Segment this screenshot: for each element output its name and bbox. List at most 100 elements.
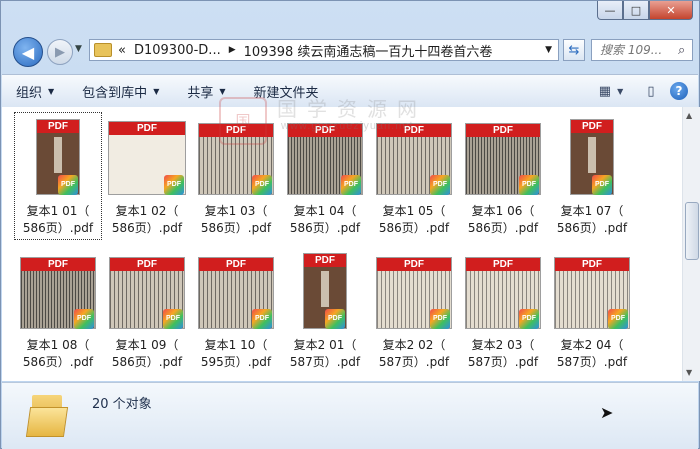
file-item[interactable]: PDF PDF 复本1 04（ 586页）.pdf (282, 113, 368, 239)
file-name: 复本2 03（ 587页）.pdf (460, 337, 546, 371)
file-name: 复本1 02（ 586页）.pdf (104, 203, 190, 237)
breadcrumb-overflow[interactable]: « (118, 43, 126, 58)
file-name-line1: 复本1 09（ (115, 338, 179, 352)
search-icon[interactable]: ⌕ (678, 43, 685, 58)
vertical-scrollbar[interactable]: ▲ ▼ (682, 107, 700, 381)
file-item[interactable]: PDF PDF 复本1 10（ 595页）.pdf (193, 247, 279, 373)
new-folder-label: 新建文件夹 (253, 85, 319, 101)
close-button[interactable]: ✕ (649, 1, 693, 20)
scroll-up-icon[interactable]: ▲ (686, 111, 692, 120)
breadcrumb-parent[interactable]: D109300-D... (134, 43, 221, 58)
file-name-line2: 586页）.pdf (289, 221, 361, 235)
file-item[interactable]: PDF PDF 复本1 07（ 586页）.pdf (549, 113, 635, 239)
breadcrumb-separator-icon[interactable]: ▶ (229, 45, 236, 55)
pdf-app-icon: PDF (341, 175, 361, 195)
back-button[interactable]: ◀ (13, 37, 43, 67)
minimize-button[interactable]: — (597, 1, 623, 20)
file-name-line1: 复本2 04（ (560, 338, 624, 352)
file-name: 复本1 07（ 586页）.pdf (549, 203, 635, 237)
pdf-banner: PDF (466, 124, 540, 137)
pdf-app-icon: PDF (592, 175, 612, 195)
file-name: 复本2 01（ 587页）.pdf (282, 337, 368, 371)
help-button[interactable]: ? (670, 82, 688, 100)
help-icon: ? (675, 84, 683, 98)
refresh-button[interactable]: ⇆ (563, 39, 585, 61)
file-name-line1: 复本1 10（ (204, 338, 268, 352)
mouse-cursor-icon: ➤ (600, 403, 614, 422)
file-item[interactable]: PDF PDF 复本2 04（ 587页）.pdf (549, 247, 635, 373)
file-item[interactable]: PDF PDF 复本1 03（ 586页）.pdf (193, 113, 279, 239)
file-item[interactable]: PDF PDF 复本2 03（ 587页）.pdf (460, 247, 546, 373)
pdf-banner: PDF (288, 124, 362, 137)
pdf-banner: PDF (37, 120, 79, 133)
pdf-banner: PDF (21, 258, 95, 271)
pdf-app-icon: PDF (608, 309, 628, 329)
file-name-line2: 587页）.pdf (467, 355, 539, 369)
search-input[interactable] (598, 42, 678, 58)
file-name: 复本1 04（ 586页）.pdf (282, 203, 368, 237)
file-name-line1: 复本1 02（ (115, 204, 179, 218)
share-menu[interactable]: 共享 ▼ (173, 82, 239, 101)
file-name: 复本1 09（ 586页）.pdf (104, 337, 190, 371)
breadcrumb-current[interactable]: 109398 续云南通志稿一百九十四卷首六卷 (244, 41, 493, 60)
pdf-app-icon: PDF (430, 309, 450, 329)
recent-pages-dropdown[interactable]: ▼ (75, 44, 82, 54)
file-item[interactable]: PDF PDF 复本2 02（ 587页）.pdf (371, 247, 457, 373)
pdf-app-icon: PDF (519, 175, 539, 195)
file-item[interactable]: PDF PDF 复本1 06（ 586页）.pdf (460, 113, 546, 239)
file-item[interactable]: PDF PDF 复本2 01（ 587页）.pdf (282, 247, 368, 373)
file-item[interactable]: PDF PDF 复本1 01（ 586页）.pdf (14, 112, 102, 240)
preview-pane-icon: ▯ (647, 83, 655, 99)
forward-button[interactable]: ▶ (47, 39, 73, 65)
address-bar[interactable]: « D109300-D... ▶ 109398 续云南通志稿一百九十四卷首六卷 … (89, 39, 559, 61)
file-name-line1: 复本1 01（ (26, 204, 90, 218)
pdf-banner: PDF (466, 258, 540, 271)
chevron-down-icon: ▼ (617, 86, 624, 96)
explorer-window: — □ ✕ ◀ ▶ ▼ « D109300-D... ▶ 109398 续云南通… (0, 0, 700, 449)
organize-label: 组织 (16, 85, 43, 101)
pdf-app-icon: PDF (252, 309, 272, 329)
file-name-line2: 586页）.pdf (22, 221, 94, 235)
include-library-menu[interactable]: 包含到库中 ▼ (68, 82, 173, 101)
preview-pane-button[interactable]: ▯ (640, 81, 662, 101)
file-name-line2: 586页）.pdf (467, 221, 539, 235)
arrow-right-icon: ▶ (55, 44, 65, 60)
file-name-line2: 586页）.pdf (111, 355, 183, 369)
scrollbar-thumb[interactable] (685, 202, 699, 260)
file-name-line1: 复本1 07（ (560, 204, 624, 218)
file-name: 复本1 03（ 586页）.pdf (193, 203, 279, 237)
organize-menu[interactable]: 组织 ▼ (2, 82, 68, 101)
maximize-button[interactable]: □ (623, 1, 649, 20)
address-dropdown-icon[interactable]: ▼ (545, 45, 552, 55)
file-name-line1: 复本1 04（ (293, 204, 357, 218)
pdf-banner: PDF (377, 124, 451, 137)
file-name: 复本2 02（ 587页）.pdf (371, 337, 457, 371)
chevron-down-icon: ▼ (75, 44, 82, 54)
file-name-line1: 复本2 01（ (293, 338, 357, 352)
view-options-button[interactable]: ▦ ▼ (599, 81, 624, 101)
file-list[interactable]: PDF PDF 复本1 01（ 586页）.pdf PDF PDF 复本1 02（ 586页）… (2, 107, 682, 381)
file-name: 复本1 05（ 586页）.pdf (371, 203, 457, 237)
new-folder-button[interactable]: 新建文件夹 (240, 82, 333, 101)
pdf-app-icon: PDF (325, 309, 345, 329)
file-item[interactable]: PDF PDF 复本1 05（ 586页）.pdf (371, 113, 457, 239)
file-name-line1: 复本2 03（ (471, 338, 535, 352)
file-name-line2: 586页）.pdf (556, 221, 628, 235)
arrow-left-icon: ◀ (21, 42, 35, 62)
command-bar: 组织 ▼ 包含到库中 ▼ 共享 ▼ 新建文件夹 ▦ ▼ ▯ ? (2, 74, 698, 108)
pdf-app-icon: PDF (519, 309, 539, 329)
file-name-line1: 复本2 02（ (382, 338, 446, 352)
file-name-line2: 595页）.pdf (200, 355, 272, 369)
refresh-icon: ⇆ (568, 42, 580, 58)
scroll-down-icon[interactable]: ▼ (686, 368, 692, 377)
pdf-banner: PDF (199, 124, 273, 137)
file-name-line2: 587页）.pdf (556, 355, 628, 369)
toolbar-right: ▦ ▼ ▯ ? (596, 81, 698, 101)
share-label: 共享 (187, 85, 214, 101)
file-item[interactable]: PDF PDF 复本1 02（ 586页）.pdf (104, 113, 190, 239)
folder-icon (94, 43, 112, 57)
file-item[interactable]: PDF PDF 复本1 09（ 586页）.pdf (104, 247, 190, 373)
pdf-app-icon: PDF (163, 309, 183, 329)
file-item[interactable]: PDF PDF 复本1 08（ 586页）.pdf (15, 247, 101, 373)
include-library-label: 包含到库中 (82, 85, 148, 101)
